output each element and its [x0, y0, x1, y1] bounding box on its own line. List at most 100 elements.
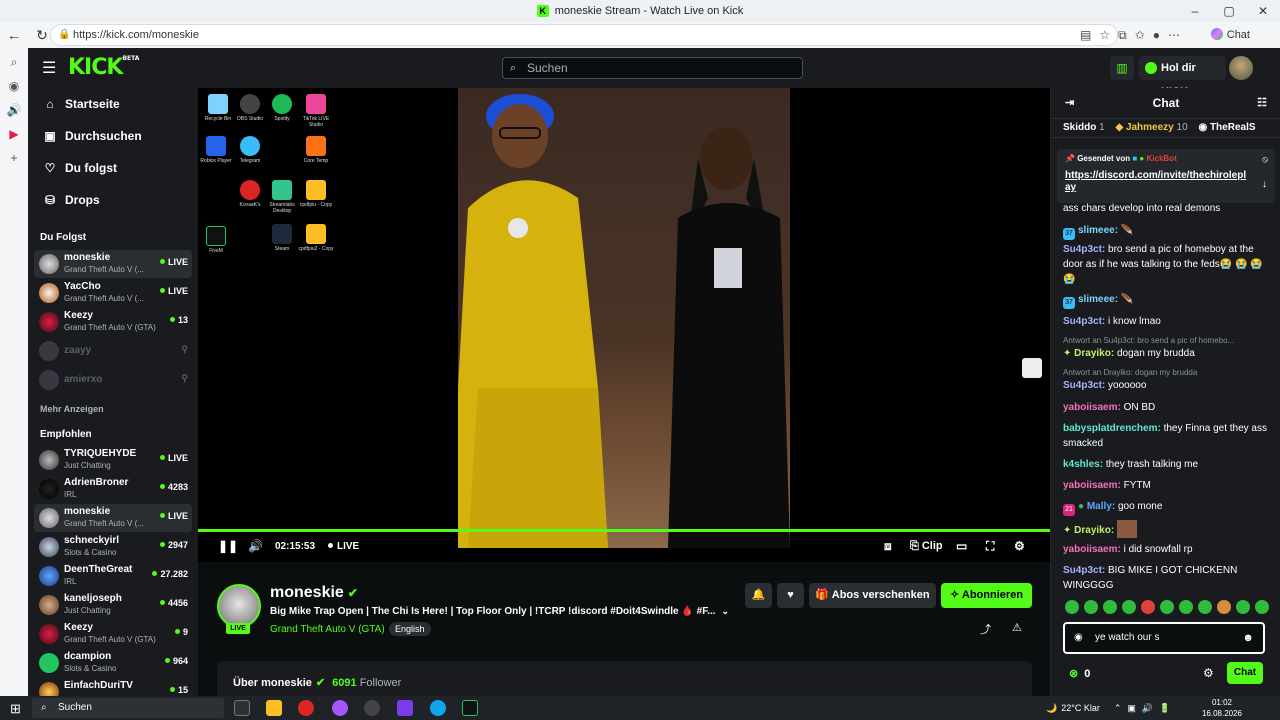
emote-icon[interactable] [1084, 600, 1098, 614]
emoji-icon[interactable]: ☻ [1242, 624, 1254, 652]
streamer-avatar[interactable] [217, 584, 261, 628]
settings-icon[interactable]: ⚙ [1014, 539, 1025, 553]
pinned-link[interactable]: https://discord.com/invite/thechirolepla… [1065, 170, 1251, 194]
sidebar-channel[interactable]: EinfachDuriTV 15 [34, 678, 192, 696]
language-tag[interactable]: English [389, 622, 431, 636]
close-button[interactable]: ✕ [1246, 0, 1280, 22]
back-icon[interactable]: ← [0, 27, 28, 43]
extensions-icon[interactable]: ⧉ [1118, 28, 1127, 43]
chat-settings-icon[interactable]: ⚙ [1203, 666, 1214, 680]
sidebar-channel-moneskie[interactable]: moneskie Grand Theft Auto V (... LIVE [34, 250, 192, 278]
report-icon[interactable]: ⚠ [1012, 621, 1022, 634]
copilot-button[interactable]: Chat [1203, 25, 1258, 45]
sidebar-channel[interactable]: schneckyirl Slots & Casino 2947 [34, 533, 192, 561]
channel-name: dcampion [64, 651, 112, 662]
nav-browse[interactable]: ▣ Durchsuchen [40, 126, 141, 146]
sidebar-channel[interactable]: TYRIQUEHYDE Just Chatting LIVE [34, 446, 192, 474]
emote-icon[interactable] [1065, 600, 1079, 614]
stream-category[interactable]: Grand Theft Auto V (GTA) [270, 624, 385, 635]
fivem-icon[interactable] [462, 700, 478, 716]
theater-mode-icon[interactable]: ⧈ [884, 539, 892, 554]
sidebar-channel-keezy[interactable]: Keezy Grand Theft Auto V (GTA) 13 [34, 308, 192, 336]
minimize-button[interactable]: – [1178, 0, 1212, 22]
file-explorer-icon[interactable] [266, 700, 282, 716]
menu-icon[interactable]: ☰ [42, 58, 56, 78]
emote-icon[interactable] [1236, 600, 1250, 614]
sidebar-channel[interactable]: moneskie Grand Theft Auto V (... LIVE [34, 504, 192, 532]
emote-icon[interactable] [1198, 600, 1212, 614]
favorite-star-icon[interactable]: ☆ [1099, 28, 1110, 42]
sidebar-audio-icon[interactable]: 🔊 [0, 98, 28, 122]
windows-start-icon[interactable]: ⊞ [10, 701, 21, 717]
chat-input[interactable]: ◉ ye watch our s ☻ [1063, 622, 1265, 654]
sidebar-record-icon[interactable]: ◉ [0, 74, 28, 98]
emote-icon[interactable] [1255, 600, 1269, 614]
profile-icon[interactable]: ● [1153, 28, 1160, 42]
collapse-chat-icon[interactable]: ⇥ [1065, 88, 1074, 118]
chat-message: 21 ● Mally: goo mone [1063, 499, 1269, 516]
emote-icon[interactable] [1217, 600, 1231, 614]
nav-home[interactable]: ⌂ Startseite [40, 94, 119, 114]
task-view-icon[interactable] [234, 700, 250, 716]
weather-icon: 🌙 [1046, 702, 1058, 713]
gifter-count: 1 [1099, 122, 1105, 133]
app-icon[interactable] [332, 700, 348, 716]
taskbar-search[interactable]: ⌕ Suchen [32, 698, 224, 718]
pause-icon[interactable]: ❚❚ [218, 539, 238, 553]
sidebar-add-icon[interactable]: + [0, 146, 28, 170]
expand-pin-icon[interactable]: ↓ [1262, 179, 1267, 190]
sidebar-channel[interactable]: DeenTheGreat IRL 27.282 [34, 562, 192, 590]
search-input[interactable]: ⌕ Suchen [502, 57, 803, 79]
opera-icon[interactable] [298, 700, 314, 716]
emote-icon[interactable] [1179, 600, 1193, 614]
rewards-icon[interactable]: ▥ [1110, 56, 1134, 80]
emote-icon[interactable] [1160, 600, 1174, 614]
streamer-name[interactable]: moneskie ✔ [270, 584, 358, 602]
share-icon[interactable]: ⤴ [980, 621, 991, 637]
sidebar-channel-yaccho[interactable]: YacCho Grand Theft Auto V (... LIVE [34, 279, 192, 307]
reader-icon[interactable]: ▤ [1080, 28, 1091, 42]
sidebar-channel[interactable]: kaneljoseph Just Chatting 4456 [34, 591, 192, 619]
kick-logo[interactable]: KICKBETA [68, 55, 139, 80]
kick-app: ☰ KICKBETA ⌕ Suchen ▥ Hol dir KICKs ⌂ Sta… [28, 48, 1280, 696]
send-chat-button[interactable]: Chat [1227, 662, 1263, 684]
gifter-name: Skiddo [1063, 122, 1097, 133]
volume-icon[interactable]: 🔊 [248, 539, 263, 553]
sidebar-channel-amierxo[interactable]: amierxo ⚲ [34, 366, 192, 394]
fullscreen-icon[interactable]: ⛶ [986, 539, 994, 554]
nav-following[interactable]: ♡ Du folgst [40, 158, 117, 178]
emote-icon[interactable] [1141, 600, 1155, 614]
app-grid-icon[interactable] [397, 700, 413, 716]
video-player[interactable]: Recycle Bin OBS Studio Spotify TikTok LI… [198, 88, 1050, 562]
gift-subs-button[interactable]: 🎁 Abos verschenken [809, 583, 936, 608]
youtube-icon[interactable]: ▶ [0, 122, 28, 146]
chat-users-icon[interactable]: ☷ [1257, 88, 1267, 118]
notification-bell-button[interactable]: 🔔 [745, 583, 772, 608]
tray-icons[interactable]: ⌃▣🔊🔋 [1114, 703, 1176, 714]
sidebar-search-icon[interactable]: ⌕ [0, 50, 28, 74]
channel-points[interactable]: ⊗ 0 [1069, 667, 1090, 680]
show-more-link[interactable]: Mehr Anzeigen [40, 404, 104, 414]
emote-icon[interactable] [1122, 600, 1136, 614]
sidebar-channel-zaayy[interactable]: zaayy ⚲ [34, 337, 192, 365]
more-icon[interactable]: ⋯ [1168, 28, 1180, 42]
emote-icon[interactable] [1103, 600, 1117, 614]
nav-drops[interactable]: ⛁ Drops [40, 190, 100, 210]
sidebar-channel[interactable]: Keezy Grand Theft Auto V (GTA) 9 [34, 620, 192, 648]
miniplayer-icon[interactable]: ▭ [956, 539, 967, 553]
address-bar[interactable]: 🔒 https://kick.com/moneskie [50, 24, 1118, 46]
channel-game: Just Chatting [64, 461, 111, 470]
sidebar-channel[interactable]: AdrienBroner IRL 4283 [34, 475, 192, 503]
favorites-icon[interactable]: ✩ [1135, 28, 1145, 42]
taskbar-clock[interactable]: 01:02 16.08.2026 [1200, 697, 1244, 719]
edge-icon[interactable] [430, 700, 446, 716]
user-avatar[interactable] [1229, 56, 1253, 80]
get-kicks-button[interactable]: Hol dir KICKs [1139, 56, 1226, 98]
obs-icon[interactable] [364, 700, 380, 716]
subscribe-button[interactable]: ✧ Abonnieren [941, 583, 1032, 608]
follow-heart-button[interactable]: ♥ [777, 583, 804, 608]
sidebar-channel[interactable]: dcampion Slots & Casino 964 [34, 649, 192, 677]
hide-pin-icon[interactable]: ⦸ [1262, 154, 1268, 165]
maximize-button[interactable]: ▢ [1212, 0, 1246, 22]
clip-button[interactable]: ⎘ Clip [910, 540, 943, 553]
